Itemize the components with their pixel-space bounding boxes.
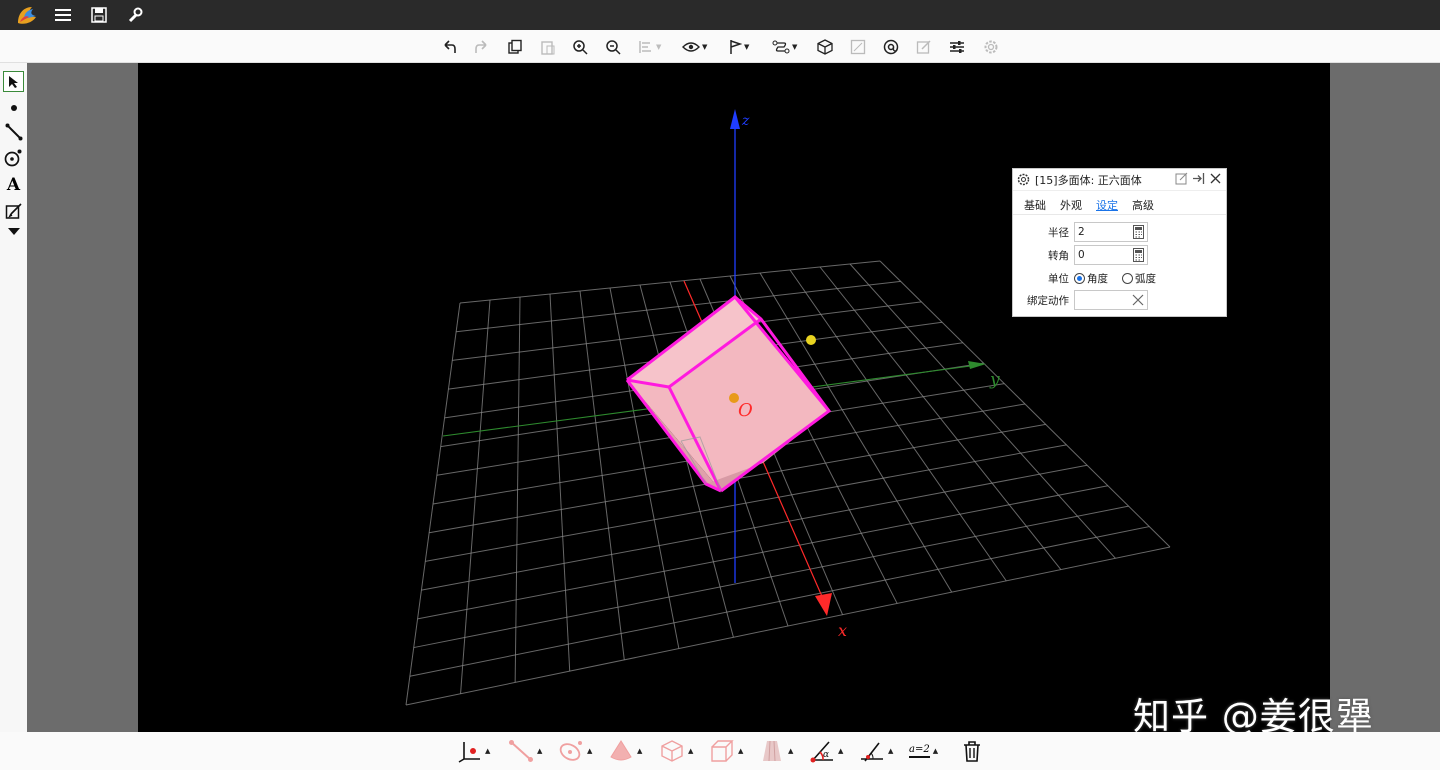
scene-graphics: O y x z	[405, 109, 1171, 706]
settings-sliders-icon[interactable]	[949, 36, 965, 58]
property-panel: [15]多面体: 正六面体 基础 外观 设定 高级 半径 2 转角 0 单位 角…	[1012, 168, 1227, 317]
more-down-icon[interactable]	[3, 221, 24, 242]
radio-on-icon	[1074, 272, 1085, 284]
align-icon[interactable]: ▼	[638, 36, 661, 58]
bind-action-input[interactable]	[1074, 290, 1148, 310]
tab-appearance[interactable]: 外观	[1060, 197, 1082, 214]
copy-icon[interactable]	[507, 36, 523, 58]
grid-line	[413, 505, 1129, 649]
zoom-out-icon[interactable]	[605, 36, 621, 58]
unit-row: 单位 角度 弧度	[1013, 268, 1228, 288]
grid-line	[789, 269, 1007, 582]
undo-icon[interactable]	[441, 36, 457, 58]
edit-icon[interactable]	[916, 36, 932, 58]
flag-icon[interactable]: ▼	[728, 36, 749, 58]
point-icon[interactable]	[3, 97, 24, 118]
segment-tool-icon[interactable]: ▲	[508, 738, 542, 764]
cone-tool-icon[interactable]: ▲	[608, 738, 642, 764]
label-icon[interactable]	[883, 36, 899, 58]
gear-icon[interactable]	[983, 36, 999, 58]
cube-tool-icon[interactable]: ▲	[659, 738, 693, 764]
circle-icon[interactable]	[3, 147, 24, 168]
segment-icon[interactable]	[3, 121, 24, 142]
bind-action-row: 绑定动作	[1013, 290, 1228, 310]
panel-header: [15]多面体: 正六面体	[1013, 169, 1226, 191]
prism-tool-icon[interactable]: ▲	[759, 738, 793, 764]
svg-text:α: α	[823, 750, 829, 760]
left-tool-bar: A	[0, 63, 27, 732]
text-icon[interactable]: A	[3, 174, 24, 195]
circle-tool-icon[interactable]: ▲	[558, 738, 592, 764]
calculator-icon[interactable]	[1133, 248, 1144, 262]
x-axis-arrow	[815, 593, 832, 616]
unit-degree-text: 角度	[1087, 272, 1108, 285]
3d-viewport[interactable]: O y x z	[138, 63, 1330, 732]
radio-off-icon	[1122, 272, 1133, 284]
edit-pen-icon[interactable]	[3, 200, 24, 221]
bottom-tool-bar: ▲ ▲ ▲ ▲ ▲ ▲ ▲ α ▲ ▲ a=2 ▲	[0, 732, 1440, 770]
rotation-value: 0	[1078, 249, 1085, 261]
path-icon[interactable]: ▼	[772, 36, 797, 58]
paste-icon[interactable]	[540, 36, 556, 58]
y-axis-label: y	[989, 370, 1000, 390]
cube-view-icon[interactable]	[817, 36, 833, 58]
floor-grid	[405, 260, 1171, 706]
z-axis-arrow	[730, 109, 740, 129]
clear-icon[interactable]	[1132, 294, 1144, 306]
unit-radian-radio[interactable]: 弧度	[1122, 271, 1156, 286]
menu-icon[interactable]	[52, 4, 74, 26]
variable-tool-label: a=2	[909, 744, 930, 758]
tab-advanced[interactable]: 高级	[1132, 197, 1154, 214]
unit-radian-text: 弧度	[1135, 272, 1156, 285]
grid-line	[421, 464, 1088, 591]
measure-angle-icon[interactable]: ▲	[859, 738, 893, 764]
rotation-input[interactable]: 0	[1074, 245, 1148, 265]
panel-title: [15]多面体: 正六面体	[1035, 173, 1142, 187]
panel-close-icon[interactable]	[1209, 172, 1222, 185]
radius-input[interactable]: 2	[1074, 222, 1148, 242]
tab-basic[interactable]: 基础	[1024, 197, 1046, 214]
panel-edit-icon[interactable]	[1175, 172, 1188, 185]
yellow-point[interactable]	[806, 335, 816, 345]
eye-icon[interactable]: ▼	[682, 36, 707, 58]
unit-degree-radio[interactable]: 角度	[1074, 271, 1108, 286]
rotation-label: 转角	[1048, 249, 1069, 262]
redo-icon[interactable]	[474, 36, 490, 58]
bind-action-label: 绑定动作	[1027, 294, 1069, 307]
z-axis-label: z	[741, 113, 750, 129]
panel-dock-icon[interactable]	[1192, 172, 1205, 185]
save-icon[interactable]	[88, 4, 110, 26]
logo-icon[interactable]	[16, 4, 38, 26]
point-tool-icon[interactable]: ▲	[458, 738, 490, 764]
rotation-row: 转角 0	[1013, 245, 1228, 265]
box-tool-icon[interactable]: ▲	[709, 738, 743, 764]
radius-row: 半径 2	[1013, 222, 1228, 242]
radius-label: 半径	[1048, 226, 1069, 239]
trash-icon[interactable]	[961, 738, 983, 764]
grid-line	[417, 485, 1108, 620]
fullscreen-icon[interactable]	[850, 36, 866, 58]
angle-tool-icon[interactable]: α ▲	[809, 738, 843, 764]
select-arrow-icon[interactable]	[3, 71, 24, 92]
panel-gear-icon	[1017, 173, 1030, 186]
radius-value: 2	[1078, 226, 1085, 238]
x-axis-label: x	[838, 621, 847, 640]
panel-tabs: 基础 外观 设定 高级	[1013, 191, 1226, 215]
wrench-icon[interactable]	[124, 4, 146, 26]
variable-tool-icon[interactable]: a=2 ▲	[909, 738, 938, 764]
zoom-in-icon[interactable]	[572, 36, 588, 58]
top-menu-bar	[0, 0, 1440, 30]
origin-label: O	[738, 400, 753, 421]
main-toolbar: ▼ ▼ ▼ ▼	[0, 30, 1440, 63]
unit-label: 单位	[1048, 272, 1069, 285]
calculator-icon[interactable]	[1133, 225, 1144, 239]
tab-settings[interactable]: 设定	[1096, 197, 1118, 214]
